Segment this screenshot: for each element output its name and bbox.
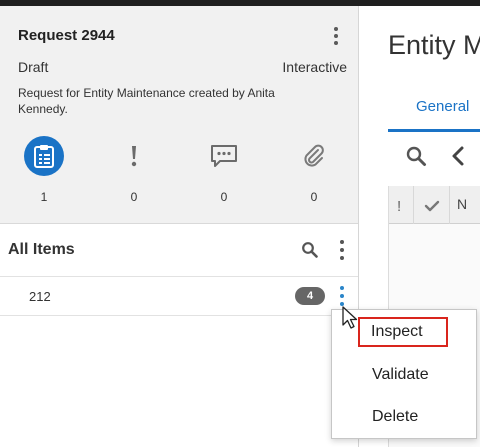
request-title: Request 2944 (18, 27, 115, 44)
comment-icon[interactable] (204, 136, 244, 176)
menu-item-validate[interactable]: Validate (332, 356, 476, 394)
left-panel: Request 2944 Draft Interactive Request f… (0, 6, 359, 447)
menu-item-label: Validate (372, 366, 429, 383)
tab-general-label: General (416, 98, 470, 115)
mouse-cursor-icon (342, 306, 360, 332)
menu-item-label: Delete (372, 408, 419, 425)
paperclip-icon[interactable] (294, 136, 334, 176)
all-items-header: All Items (0, 225, 358, 277)
request-actions-menu-icon[interactable] (330, 27, 342, 45)
row-actions-menu-icon[interactable] (336, 286, 348, 306)
all-items-menu-icon[interactable] (336, 240, 348, 260)
stat-items[interactable]: 1 (14, 136, 74, 206)
grid-header-issues[interactable]: ! (397, 198, 401, 215)
grid-header: ! N (389, 186, 480, 224)
grid-header-name[interactable]: N (457, 196, 467, 212)
menu-item-label: Inspect (371, 323, 423, 340)
stat-attachments[interactable]: 0 (284, 136, 344, 206)
search-icon[interactable] (301, 241, 319, 259)
stat-items-count: 1 (40, 190, 48, 204)
stat-comments[interactable]: 0 (194, 136, 254, 206)
clipboard-list-icon[interactable] (24, 136, 64, 176)
entity-title: Entity M (388, 30, 480, 60)
count-badge: 4 (295, 287, 325, 305)
grid-header-divider (413, 186, 414, 224)
request-card: Request 2944 Draft Interactive Request f… (0, 6, 358, 224)
grid-header-divider (449, 186, 450, 224)
all-items-title: All Items (8, 241, 75, 258)
request-mode: Interactive (282, 59, 347, 75)
list-item-label: 212 (29, 289, 51, 304)
request-description: Request for Entity Maintenance created b… (18, 86, 275, 116)
request-status: Draft (18, 59, 49, 75)
stat-issues[interactable]: 0 (104, 136, 164, 206)
stat-issues-count: 0 (130, 190, 138, 204)
stat-comments-count: 0 (220, 190, 228, 204)
checkmark-icon[interactable] (423, 197, 441, 215)
tab-general[interactable]: General (388, 90, 480, 132)
exclamation-icon[interactable] (114, 136, 154, 176)
stat-attachments-count: 0 (310, 190, 318, 204)
chevron-left-icon[interactable] (448, 145, 470, 167)
menu-item-delete[interactable]: Delete (332, 398, 476, 436)
search-icon[interactable] (405, 145, 427, 167)
list-item[interactable]: 212 4 (0, 278, 358, 316)
